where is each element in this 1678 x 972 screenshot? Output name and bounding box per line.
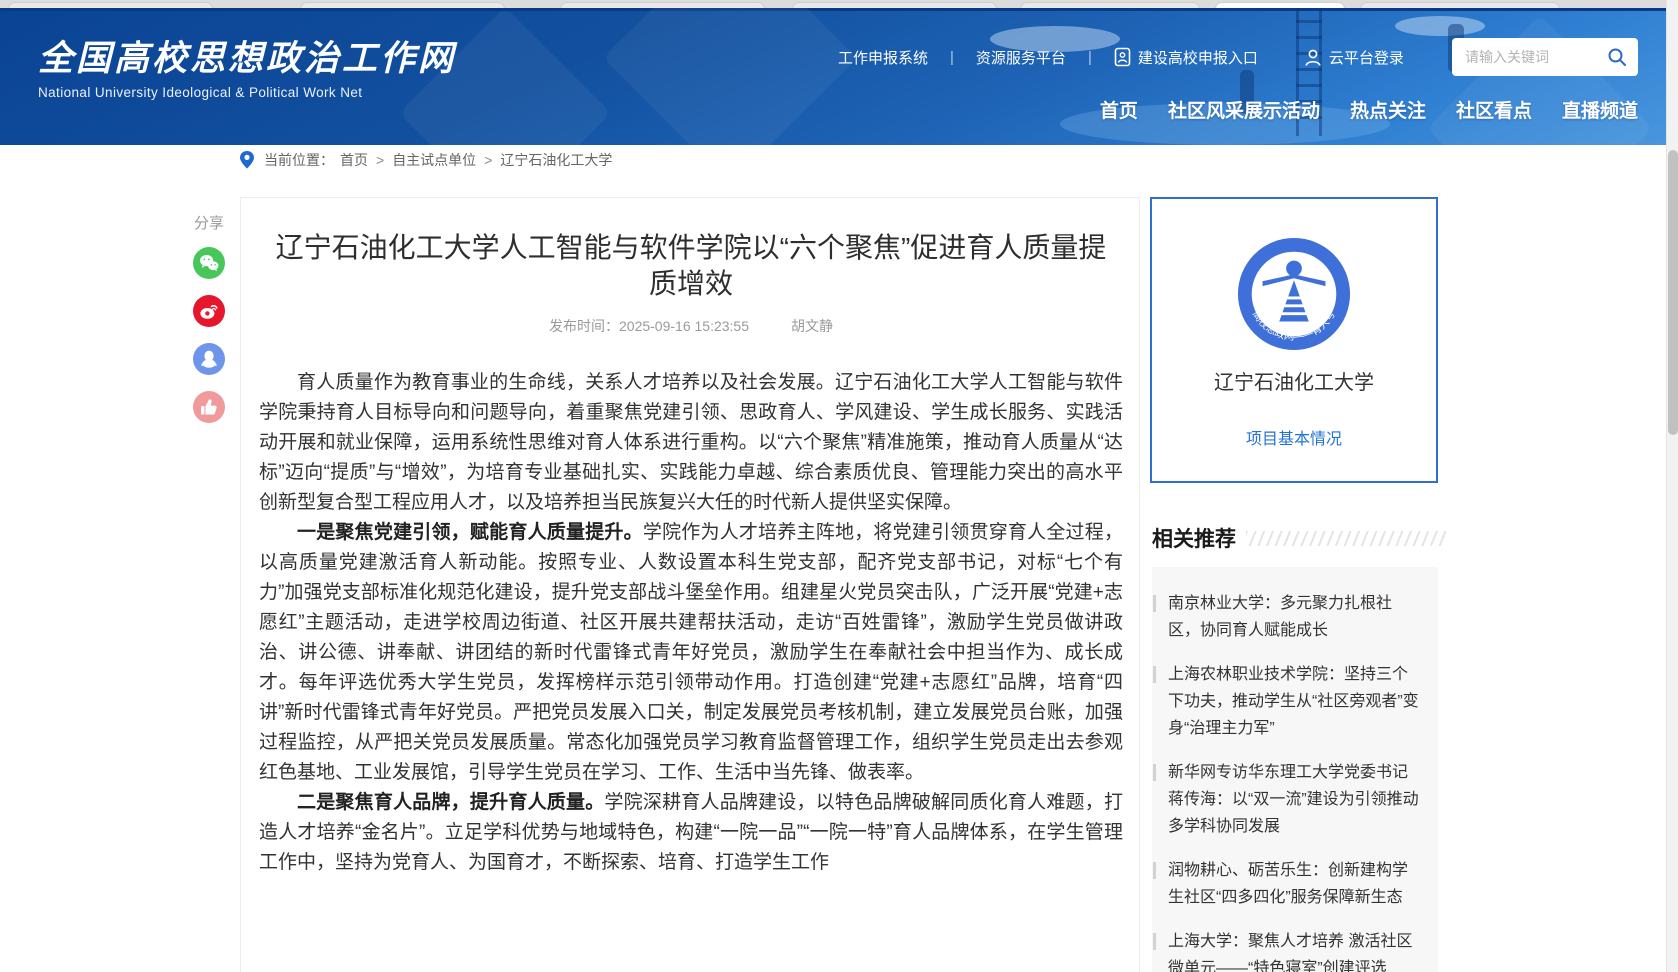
yuren-account-logo-icon: 高校思政网——育人号 [1235,235,1353,353]
utility-nav: 工作申报系统 | 资源服务平台 | 建设高校申报入口 云平台登录 [838,46,1404,68]
share-qq-button[interactable] [193,343,225,375]
article-title: 辽宁石油化工大学人工智能与软件学院以“六个聚焦”促进育人质量提质增效 [271,230,1111,302]
paragraph-text: 育人质量作为教育事业的生命线，关系人才培养以及社会发展。辽宁石油化工大学人工智能… [259,372,1123,513]
site-logo[interactable]: 全国高校思想政治工作网 National University Ideologi… [38,30,456,100]
university-card-logo: 高校思政网——育人号 [1235,235,1353,353]
nav-home[interactable]: 首页 [1100,96,1138,123]
search-input[interactable] [1465,49,1606,65]
project-basic-info-link[interactable]: 项目基本情况 [1246,425,1342,449]
related-item[interactable]: 上海大学：聚焦人才培养 激活社区微单元——“特色寝室”创建评选 [1152,928,1420,972]
article-author: 胡文静 [791,318,833,334]
thumbs-up-icon [200,398,218,416]
university-card: 高校思政网——育人号 辽宁石油化工大学 项目基本情况 [1150,197,1438,483]
weibo-icon [199,302,219,320]
breadcrumb-label: 当前位置： [264,150,334,170]
nav-live-channel[interactable]: 直播频道 [1562,96,1638,123]
main-nav: 首页 社区风采展示活动 热点关注 社区看点 直播频道 [0,96,1638,123]
publish-time: 2025-09-16 15:23:55 [619,318,749,334]
related-item[interactable]: 润物耕心、砺苦乐生：创新建构学生社区“四多四化”服务保障新生态 [1152,857,1420,911]
link-resource-platform[interactable]: 资源服务平台 [976,47,1066,68]
site-header: 全国高校思想政治工作网 National University Ideologi… [0,8,1678,145]
header-top-line [0,8,1678,11]
related-panel: 南京林业大学：多元聚力扎根社区，协同育人赋能成长 上海农林职业技术学院：坚持三个… [1152,567,1438,972]
hatch-decoration [1246,531,1446,546]
share-like-button[interactable] [193,391,225,423]
nav-community-view[interactable]: 社区看点 [1456,96,1532,123]
browser-tab-strip [0,0,1678,8]
article-paragraph: 育人质量作为教育事业的生命线，关系人才培养以及社会发展。辽宁石油化工大学人工智能… [259,368,1123,518]
scrollbar-thumb[interactable] [1668,150,1678,435]
breadcrumb-home[interactable]: 首页 [340,150,368,170]
divider: | [1088,49,1092,66]
qq-icon [200,349,218,369]
breadcrumb-separator: > [376,152,384,168]
location-pin-icon [240,151,254,169]
page: 全国高校思想政治工作网 National University Ideologi… [0,0,1678,972]
link-work-report-system[interactable]: 工作申报系统 [838,47,928,68]
breadcrumb-current[interactable]: 辽宁石油化工大学 [500,150,612,170]
paragraph-lead: 一是聚焦党建引领，赋能育人质量提升。 [297,522,643,543]
article-meta: 发布时间：2025-09-16 15:23:55 胡文静 [259,316,1123,336]
related-heading: 相关推荐 [1152,523,1236,553]
breadcrumb-separator: > [484,152,492,168]
nav-hot-focus[interactable]: 热点关注 [1350,96,1426,123]
share-label: 分享 [192,212,226,233]
related-heading-row: 相关推荐 [1152,523,1446,553]
article-panel: 辽宁石油化工大学人工智能与软件学院以“六个聚焦”促进育人质量提质增效 发布时间：… [240,197,1140,972]
link-school-apply[interactable]: 建设高校申报入口 [1114,47,1258,68]
share-weibo-button[interactable] [193,295,225,327]
related-item[interactable]: 南京林业大学：多元聚力扎根社区，协同育人赋能成长 [1152,590,1420,644]
wechat-icon [199,254,219,272]
breadcrumb: 当前位置： 首页 > 自主试点单位 > 辽宁石油化工大学 [240,150,612,170]
article-paragraph: 二是聚焦育人品牌，提升育人质量。学院深耕育人品牌建设，以特色品牌破解同质化育人难… [259,788,1123,878]
breadcrumb-pilot-units[interactable]: 自主试点单位 [392,150,476,170]
link-cloud-login[interactable]: 云平台登录 [1304,47,1404,68]
divider: | [950,49,954,66]
paragraph-lead: 二是聚焦育人品牌，提升育人质量。 [297,792,604,813]
site-logo-title: 全国高校思想政治工作网 [38,30,456,81]
share-wechat-button[interactable] [193,247,225,279]
article-body: 育人质量作为教育事业的生命线，关系人才培养以及社会发展。辽宁石油化工大学人工智能… [259,368,1123,878]
paragraph-text: 学院作为人才培养主阵地，将党建引领贯穿育人全过程，以高质量党建激活育人新动能。按… [259,522,1123,783]
related-item[interactable]: 新华网专访华东理工大学党委书记蒋传海：以“双一流”建设为引领推动多学科协同发展 [1152,759,1420,840]
related-list: 南京林业大学：多元聚力扎根社区，协同育人赋能成长 上海农林职业技术学院：坚持三个… [1152,590,1420,972]
page-scrollbar[interactable] [1666,0,1678,972]
article-paragraph: 一是聚焦党建引领，赋能育人质量提升。学院作为人才培养主阵地，将党建引领贯穿育人全… [259,518,1123,788]
search-box [1452,38,1638,76]
publish-label: 发布时间： [549,318,619,334]
nav-community-show[interactable]: 社区风采展示活动 [1168,96,1320,123]
university-name: 辽宁石油化工大学 [1152,366,1436,395]
user-icon [1304,48,1322,67]
related-item[interactable]: 上海农林职业技术学院：坚持三个下功夫，推动学生从“社区旁观者”变身“治理主力军” [1152,661,1420,742]
share-rail: 分享 [192,212,226,439]
search-icon[interactable] [1606,46,1628,68]
document-icon [1114,47,1131,67]
